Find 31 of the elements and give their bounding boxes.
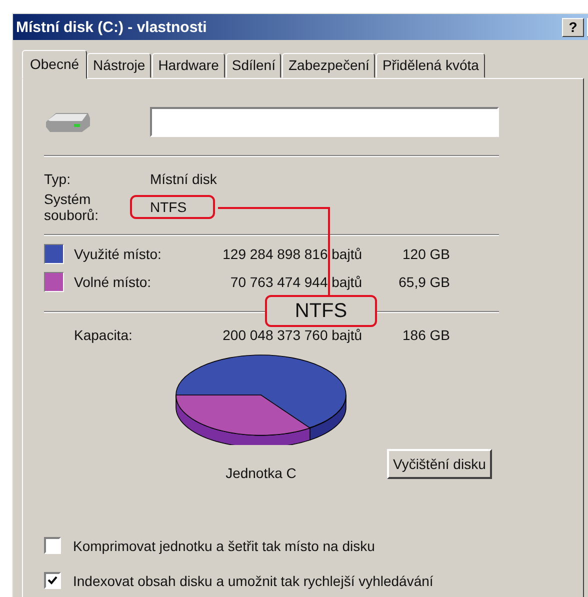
drive-label: Jednotka C — [226, 465, 296, 481]
tab[interactable]: Nástroje — [87, 53, 152, 78]
checkbox[interactable] — [44, 537, 61, 554]
size-value: 65,9 GB — [398, 274, 450, 290]
callout-label: NTFS — [265, 295, 377, 327]
type-label: Typ: — [44, 171, 72, 187]
tab[interactable]: Přidělená kvóta — [376, 53, 485, 78]
capacity-label: Kapacita: — [74, 327, 134, 343]
tab[interactable]: Sdílení — [226, 53, 282, 78]
hard-drive-icon — [44, 110, 92, 134]
space-label: Volné místo: — [74, 274, 152, 290]
file-system-label: Systém souborů: — [44, 191, 100, 223]
tab[interactable]: Obecné — [22, 50, 88, 79]
window-title: Místní disk (C:) - vlastnosti — [16, 18, 208, 36]
drive-name-field[interactable] — [150, 107, 499, 137]
checkbox[interactable] — [44, 572, 61, 589]
space-label: Využité místo: — [74, 246, 162, 262]
bytes-value: 200 048 373 760 bajtů — [222, 327, 362, 343]
type-value: Místní disk — [150, 171, 218, 187]
size-value: 120 GB — [402, 246, 450, 262]
tab[interactable]: Hardware — [152, 53, 225, 78]
help-button[interactable]: ? — [562, 18, 584, 36]
bytes-value: 129 284 898 816 bajtů — [222, 246, 362, 262]
disk-cleanup-button[interactable]: Vyčištění disku — [387, 449, 492, 479]
file-system-value: NTFS — [130, 195, 215, 219]
checkbox-label[interactable]: Komprimovat jednotku a šetřit tak místo na disku — [73, 538, 375, 554]
tab[interactable]: Zabezpečení — [282, 53, 376, 78]
checkbox-label[interactable]: Indexovat obsah disku a umožnit tak rychlejší vyhledávání — [73, 572, 434, 588]
size-value: 186 GB — [402, 327, 450, 343]
checkmark-icon — [47, 575, 58, 586]
bytes-value: 70 763 474 944 bajtů — [229, 274, 362, 290]
